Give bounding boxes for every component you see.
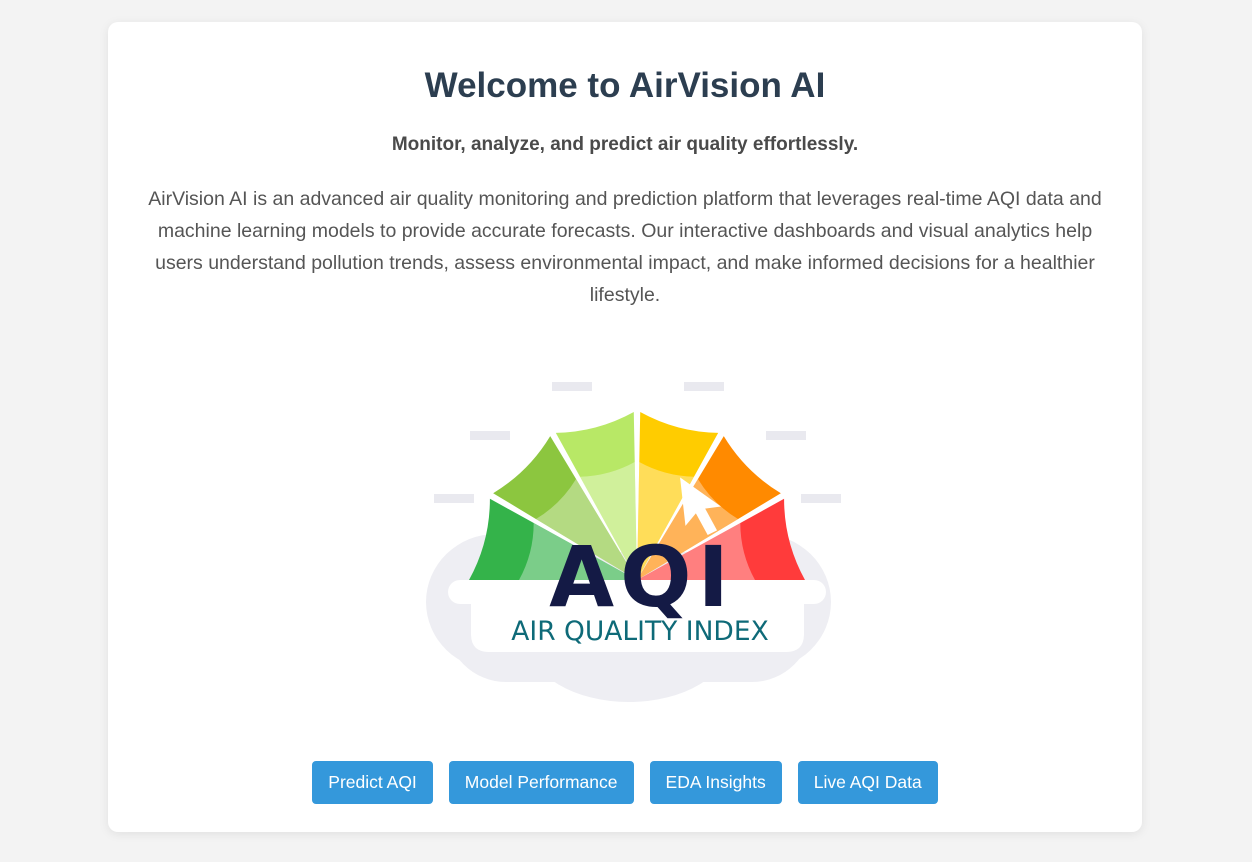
welcome-card: Welcome to AirVision AI Monitor, analyze…	[108, 22, 1142, 832]
model-performance-button[interactable]: Model Performance	[448, 761, 634, 804]
aqi-logo: AQI AIR QUALITY INDEX	[416, 372, 842, 708]
logo-main-text: AQI	[549, 528, 735, 626]
live-aqi-data-button[interactable]: Live AQI Data	[797, 761, 938, 804]
logo-caption: AIR QUALITY INDEX	[511, 616, 768, 647]
page-subtitle: Monitor, analyze, and predict air qualit…	[391, 134, 859, 155]
eda-insights-button[interactable]: EDA Insights	[649, 761, 782, 804]
aqi-gauge-icon: AQI AIR QUALITY INDEX	[426, 382, 841, 702]
predict-aqi-button[interactable]: Predict AQI	[312, 761, 433, 804]
page-title: Welcome to AirVision AI	[424, 66, 826, 105]
decorative-dashes	[434, 382, 841, 503]
page-description: AirVision AI is an advanced air quality …	[148, 188, 1102, 306]
action-buttons: Predict AQI Model Performance EDA Insigh…	[108, 761, 1142, 804]
